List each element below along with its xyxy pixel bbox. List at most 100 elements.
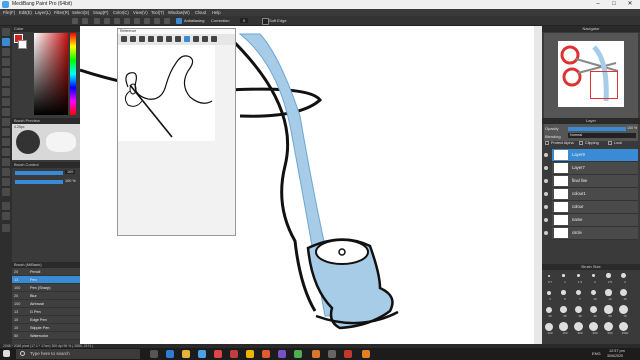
undo-icon[interactable] bbox=[72, 18, 78, 24]
app-icon-6[interactable] bbox=[312, 350, 320, 358]
cut-icon[interactable] bbox=[104, 18, 110, 24]
reference-close-icon[interactable] bbox=[139, 36, 145, 42]
fill-tool-icon[interactable] bbox=[2, 68, 10, 76]
brush-list-item[interactable]: 20 Blur bbox=[12, 292, 80, 300]
reference-hand-icon[interactable] bbox=[130, 36, 136, 42]
brush-list-item[interactable]: 13 Pen bbox=[12, 276, 80, 284]
hand-tool-icon[interactable] bbox=[2, 168, 10, 176]
fg-color-swatch[interactable] bbox=[2, 224, 10, 232]
layer-visibility-eye-icon[interactable] bbox=[544, 166, 548, 170]
ruler-icon[interactable] bbox=[164, 18, 170, 24]
correction-value[interactable]: 0 bbox=[240, 18, 249, 23]
layer-row[interactable]: Layer9 bbox=[552, 149, 638, 162]
clock-date[interactable]: 30/6/2020 bbox=[607, 354, 623, 358]
app-icon-3[interactable] bbox=[262, 350, 270, 358]
taskbar-search-box[interactable]: Type here to search bbox=[16, 349, 140, 359]
reference-pin-icon[interactable] bbox=[193, 36, 199, 42]
brush-size-preset[interactable]: 5 bbox=[559, 288, 568, 301]
brush-size-preset[interactable]: 70 bbox=[619, 305, 628, 318]
brush-size-value[interactable]: 100 bbox=[65, 170, 76, 174]
select-icon[interactable] bbox=[114, 18, 120, 24]
eyedropper-icon[interactable] bbox=[2, 188, 10, 196]
brush-list-item[interactable]: 13 G Pen bbox=[12, 308, 80, 316]
snap-icon[interactable] bbox=[144, 18, 150, 24]
brush-list-item[interactable]: 10 Edge Pen bbox=[12, 316, 80, 324]
brush-size-preset[interactable]: 1.5 bbox=[574, 271, 583, 284]
reference-window[interactable]: Reference bbox=[117, 28, 236, 236]
brush-size-preset[interactable]: 20 bbox=[544, 305, 553, 318]
app-icon-8[interactable] bbox=[344, 350, 352, 358]
layer-visibility-eye-icon[interactable] bbox=[544, 205, 548, 209]
brush-size-preset[interactable]: 200 bbox=[574, 322, 583, 335]
language-indicator[interactable]: ENG bbox=[592, 351, 601, 356]
hand-icon[interactable] bbox=[94, 18, 100, 24]
redo-icon[interactable] bbox=[82, 18, 88, 24]
brush-size-preset[interactable]: 30 bbox=[574, 305, 583, 318]
brush-size-preset[interactable]: 2.5 bbox=[604, 271, 613, 284]
brush-size-preset[interactable]: 300 bbox=[589, 322, 598, 335]
reference-grid-icon[interactable] bbox=[211, 36, 217, 42]
layer-visibility-eye-icon[interactable] bbox=[544, 218, 548, 222]
reference-home-icon[interactable] bbox=[121, 36, 127, 42]
soft-edge-checkbox[interactable] bbox=[262, 18, 269, 25]
brush-size-preset[interactable]: 1000 bbox=[619, 322, 628, 335]
clock-time[interactable]: 12:57 pm bbox=[609, 349, 625, 353]
move-tool-icon[interactable] bbox=[2, 58, 10, 66]
brush-size-preset[interactable]: 7 bbox=[574, 288, 583, 301]
lasso-tool-icon[interactable] bbox=[2, 88, 10, 96]
pen-tool-icon[interactable] bbox=[2, 38, 10, 46]
antialiasing-checkbox[interactable] bbox=[176, 18, 182, 24]
menu-filter[interactable]: Filter(R) bbox=[54, 10, 69, 15]
file-explorer-icon[interactable] bbox=[182, 350, 190, 358]
layer-row[interactable]: circle bbox=[552, 227, 638, 240]
brush-list-item[interactable]: 50 Watercolor bbox=[12, 332, 80, 340]
brush-size-preset[interactable]: 40 bbox=[589, 305, 598, 318]
brush-size-preset[interactable]: 3 bbox=[619, 271, 628, 284]
app-icon-2[interactable] bbox=[230, 350, 238, 358]
brush-size-preset[interactable]: 150 bbox=[559, 322, 568, 335]
reference-zoom-out-icon[interactable] bbox=[157, 36, 163, 42]
menu-select[interactable]: Select(S) bbox=[72, 10, 89, 15]
menu-file[interactable]: File(F) bbox=[3, 10, 15, 15]
magic-wand-tool-icon[interactable] bbox=[2, 98, 10, 106]
layer-row[interactable]: colour bbox=[552, 201, 638, 214]
layer-row[interactable]: name bbox=[552, 214, 638, 227]
app-icon-4[interactable] bbox=[278, 350, 286, 358]
brush-size-preset[interactable]: 12 bbox=[604, 288, 613, 301]
protect-alpha-checkbox[interactable] bbox=[545, 141, 549, 145]
menu-layer[interactable]: Layer(L) bbox=[35, 10, 51, 15]
menu-tool[interactable]: Tool(T) bbox=[151, 10, 164, 15]
brush-list-item[interactable]: 100 Pen (Sharp) bbox=[12, 284, 80, 292]
canvas-vertical-scrollbar[interactable] bbox=[534, 26, 542, 344]
hue-slider[interactable] bbox=[70, 33, 76, 115]
brush-size-slider[interactable] bbox=[15, 171, 63, 175]
layer-visibility-eye-icon[interactable] bbox=[544, 153, 548, 157]
task-view-icon[interactable] bbox=[150, 350, 158, 358]
navigator-view-rect[interactable] bbox=[590, 71, 618, 99]
menu-edit[interactable]: Edit(E) bbox=[19, 10, 32, 15]
brush-size-preset[interactable]: 100 bbox=[544, 322, 553, 335]
ruler-tool-icon[interactable] bbox=[2, 212, 10, 220]
windows-start-icon[interactable] bbox=[3, 350, 10, 357]
menu-view[interactable]: View(V) bbox=[133, 10, 148, 15]
grid-icon[interactable] bbox=[154, 18, 160, 24]
store-icon[interactable] bbox=[198, 350, 206, 358]
maximize-button[interactable]: □ bbox=[606, 0, 622, 9]
brush-size-preset[interactable]: 10 bbox=[589, 288, 598, 301]
close-button[interactable]: ✕ bbox=[622, 0, 638, 9]
brush-size-preset[interactable]: 15 bbox=[619, 288, 628, 301]
reference-zoom-in-icon[interactable] bbox=[148, 36, 154, 42]
menu-color[interactable]: Color(C) bbox=[113, 10, 129, 15]
text-tool-icon[interactable] bbox=[2, 158, 10, 166]
color-saturation-picker[interactable] bbox=[34, 33, 68, 115]
edge-browser-icon[interactable] bbox=[166, 350, 174, 358]
fill-bucket-icon[interactable] bbox=[2, 138, 10, 146]
eraser-tool-icon[interactable] bbox=[2, 48, 10, 56]
chrome-icon[interactable] bbox=[246, 350, 254, 358]
app-icon-7[interactable] bbox=[328, 350, 336, 358]
reference-flip-icon[interactable] bbox=[175, 36, 181, 42]
brush-size-preset[interactable]: 4 bbox=[544, 288, 553, 301]
reference-settings-icon[interactable] bbox=[202, 36, 208, 42]
brush-size-preset[interactable]: 500 bbox=[604, 322, 613, 335]
brush-list-item[interactable]: 20 Pencil bbox=[12, 268, 80, 276]
